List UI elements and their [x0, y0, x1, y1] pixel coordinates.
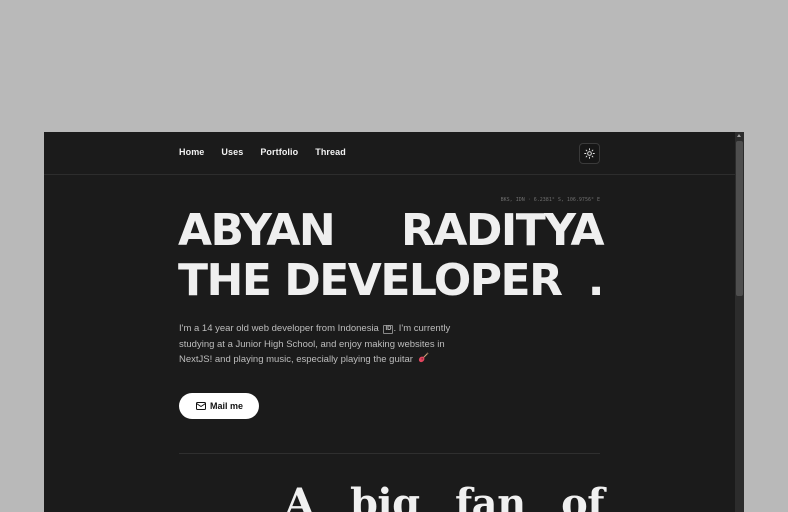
section-heading-word: of — [561, 480, 604, 512]
section-heading-word: big — [349, 480, 420, 512]
hero-role: THE DEVELOPER — [178, 255, 563, 306]
location-coordinates: BKS, IDN · 6.2381° S, 106.9756° E — [500, 197, 600, 203]
sun-icon — [584, 148, 595, 159]
hero-line-name: ABYAN RADITYA — [178, 205, 605, 256]
scrollbar-thumb[interactable] — [736, 141, 743, 296]
hero-period: . — [587, 255, 605, 306]
mail-me-label: Mail me — [209, 401, 243, 411]
hero-last-name: RADITYA — [400, 205, 605, 256]
scroll-up-arrow-icon[interactable] — [737, 134, 741, 137]
guitar-icon — [418, 352, 429, 363]
nav-link-uses[interactable]: Uses — [221, 147, 243, 157]
mail-me-button[interactable]: Mail me — [179, 393, 259, 419]
bio-paragraph: I'm a 14 year old web developer from Ind… — [179, 321, 469, 368]
section-heading-word: fan — [454, 480, 526, 512]
top-navbar: Home Uses Portfolio Thread — [44, 132, 735, 175]
nav-link-portfolio[interactable]: Portfolio — [260, 147, 298, 157]
flag-badge: ID — [383, 325, 394, 334]
hero-heading: ABYAN RADITYA THE DEVELOPER . — [178, 205, 605, 306]
nav-link-home[interactable]: Home — [179, 147, 204, 157]
vertical-scrollbar[interactable] — [735, 132, 744, 512]
page-content: Home Uses Portfolio Thread BKS, IDN · 6.… — [44, 132, 735, 512]
section-heading-word: A — [284, 480, 315, 512]
nav-links: Home Uses Portfolio Thread — [179, 147, 346, 157]
mail-icon — [195, 402, 206, 410]
section-heading: A big fan of — [284, 480, 604, 512]
hero-first-name: ABYAN — [178, 205, 336, 256]
nav-link-thread[interactable]: Thread — [315, 147, 346, 157]
bio-text-start: I'm a 14 year old web developer from Ind… — [179, 323, 379, 334]
browser-window: Home Uses Portfolio Thread BKS, IDN · 6.… — [44, 132, 744, 512]
theme-toggle-button[interactable] — [579, 143, 600, 164]
section-divider — [179, 453, 600, 454]
hero-line-role: THE DEVELOPER . — [178, 255, 605, 306]
